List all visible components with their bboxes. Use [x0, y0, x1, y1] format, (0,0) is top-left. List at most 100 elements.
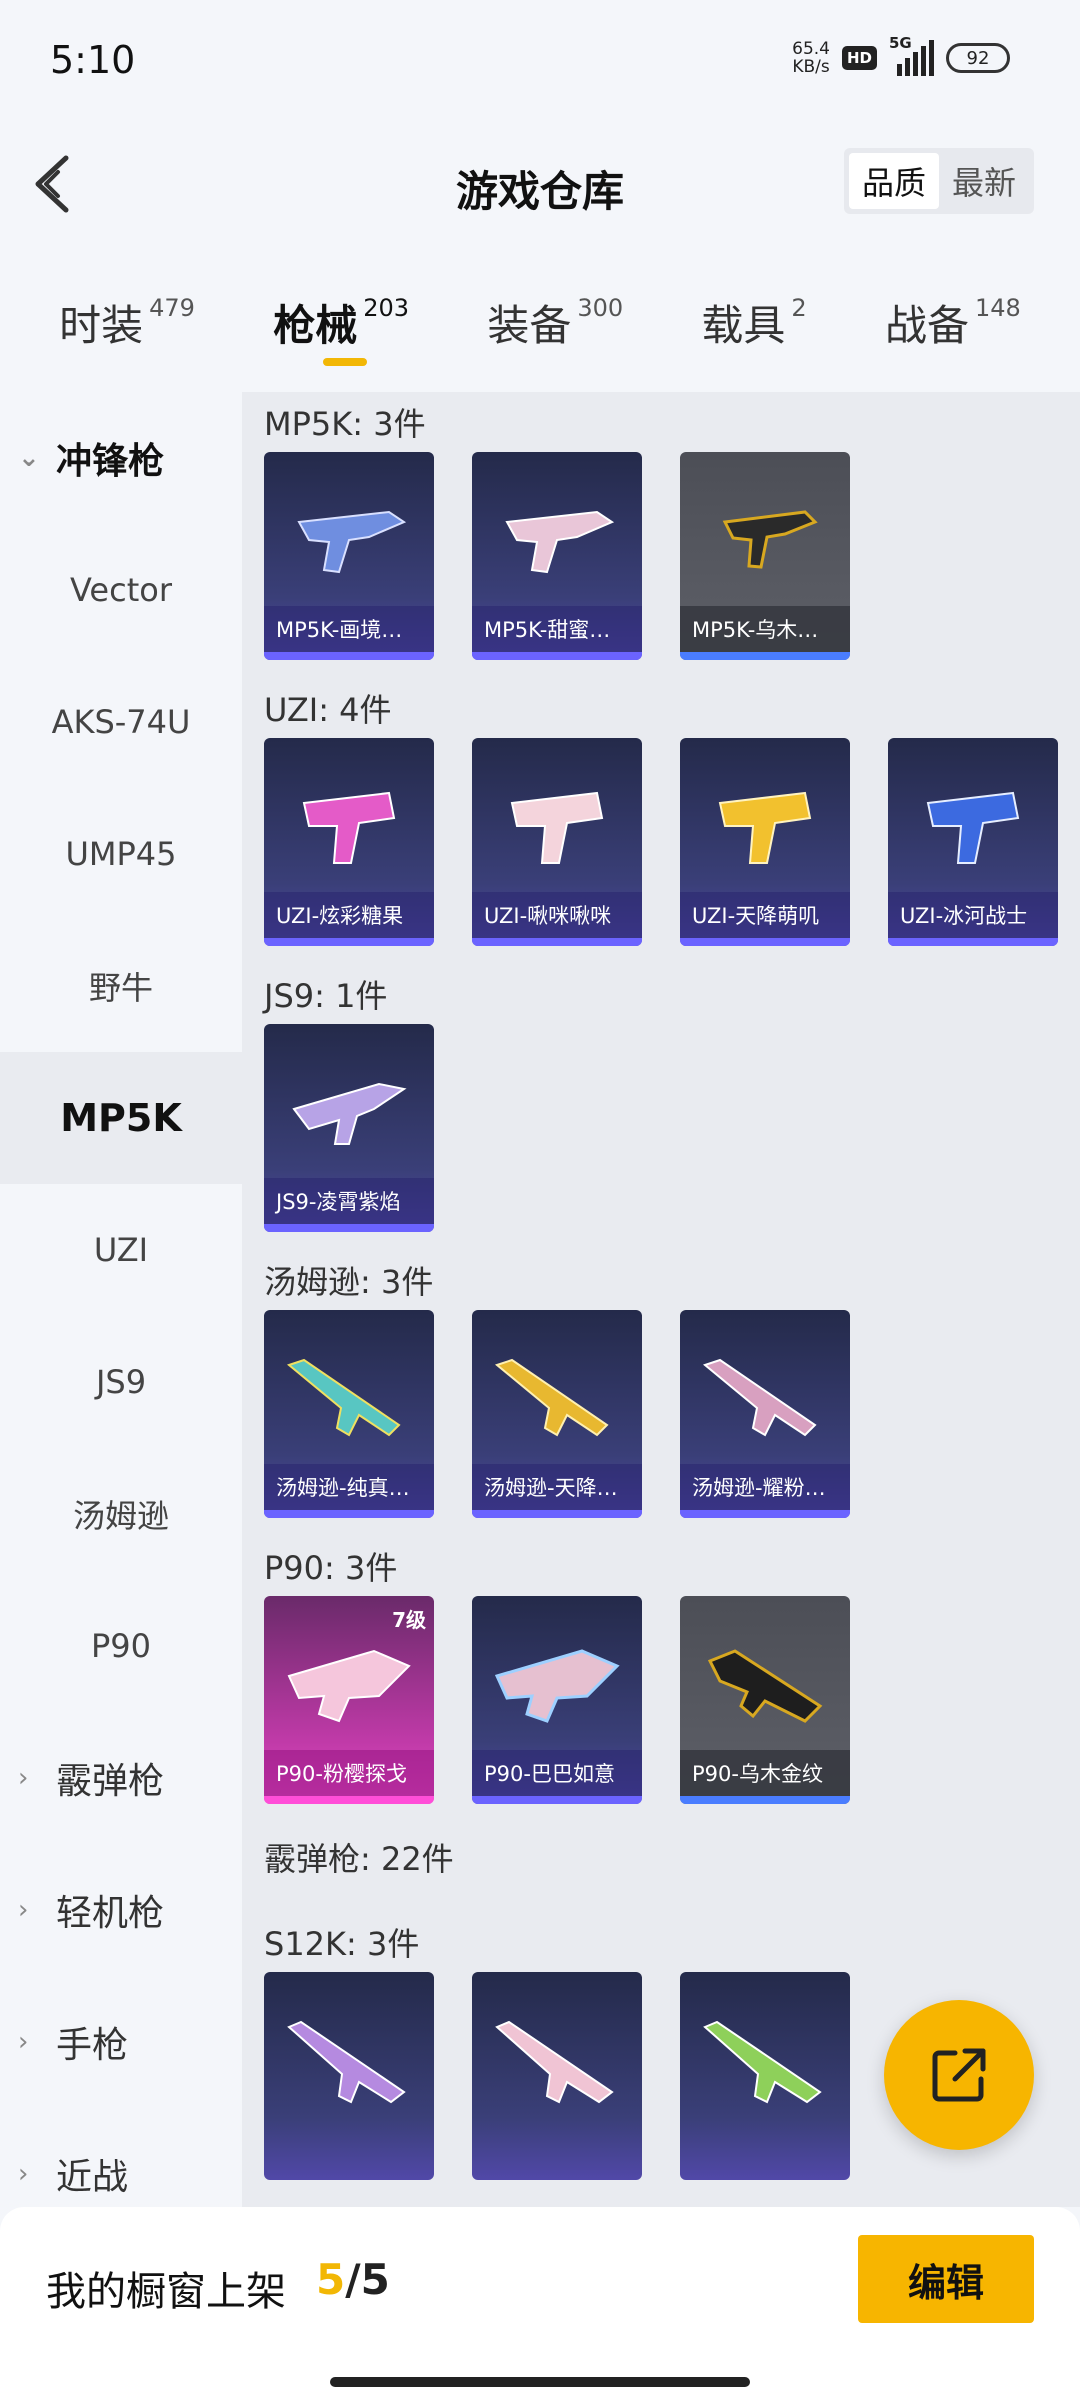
- shotgun-icon: [495, 2020, 614, 2104]
- hd-icon: HD: [841, 46, 877, 70]
- item-card[interactable]: [472, 1972, 642, 2180]
- item-name: MP5K-甜蜜…: [472, 606, 642, 652]
- item-card[interactable]: P90-乌木金纹: [680, 1596, 850, 1804]
- sort-latest-button[interactable]: 最新: [939, 153, 1029, 209]
- item-name: MP5K-画境…: [264, 606, 434, 652]
- item-name: UZI-啾咪啾咪: [472, 892, 642, 938]
- status-bar: 5:10 65.4 KB/s HD 5G 92: [0, 0, 1080, 130]
- tab-label: 枪械: [273, 301, 358, 350]
- rifle-icon: [286, 1358, 401, 1437]
- sidebar-item-p90[interactable]: P90: [0, 1580, 242, 1712]
- item-name: UZI-冰河战士: [888, 892, 1058, 938]
- sidebar-category-melee[interactable]: › 近战: [0, 2108, 242, 2207]
- tab-count: 300: [577, 294, 624, 322]
- tab-count: 148: [974, 294, 1021, 322]
- sidebar-item-label: 轻机枪: [56, 1893, 165, 1934]
- sidebar-item-label: 手枪: [56, 2025, 129, 2066]
- smg-icon: [722, 510, 818, 569]
- item-card[interactable]: UZI-啾咪啾咪: [472, 738, 642, 946]
- rifle-icon: [494, 1358, 609, 1437]
- group-title-js9: JS9: 1件: [264, 977, 388, 1015]
- item-card[interactable]: [264, 1972, 434, 2180]
- sidebar-item-uzi[interactable]: UZI: [0, 1184, 242, 1316]
- weapon-sidebar: ⌄ 冲锋枪 Vector AKS-74U UMP45 野牛 MP5K UZI J…: [0, 392, 242, 2207]
- uzi-icon: [718, 791, 812, 864]
- network-speed-unit: KB/s: [792, 57, 830, 77]
- sidebar-item-mp5k[interactable]: MP5K: [0, 1052, 242, 1184]
- chevron-down-icon: ⌄: [18, 443, 40, 473]
- card-row: JS9-凌霄紫焰: [242, 1024, 1080, 1232]
- status-time: 5:10: [50, 38, 136, 82]
- shotgun-icon: [703, 2020, 822, 2104]
- item-card[interactable]: 汤姆逊-纯真…: [264, 1310, 434, 1518]
- item-card[interactable]: 汤姆逊-天降…: [472, 1310, 642, 1518]
- home-indicator[interactable]: [330, 2377, 750, 2387]
- item-card[interactable]: MP5K-乌木…: [680, 452, 850, 660]
- item-card[interactable]: JS9-凌霄紫焰: [264, 1024, 434, 1232]
- p90-icon: [494, 1649, 620, 1723]
- item-card[interactable]: 7级 P90-粉樱探戈: [264, 1596, 434, 1804]
- item-name: P90-乌木金纹: [680, 1750, 850, 1796]
- tab-supplies[interactable]: 战备 148: [885, 280, 1021, 380]
- sidebar-item-aks74u[interactable]: AKS-74U: [0, 656, 242, 788]
- chevron-right-icon: ›: [18, 2027, 29, 2057]
- item-card[interactable]: [680, 1972, 850, 2180]
- tab-label: 载具: [701, 301, 786, 350]
- sidebar-item-thompson[interactable]: 汤姆逊: [0, 1448, 242, 1580]
- network-speed: 65.4 KB/s: [792, 40, 830, 76]
- tab-firearms[interactable]: 枪械 203: [273, 280, 409, 380]
- status-icons: 65.4 KB/s HD 5G 92: [792, 34, 1010, 76]
- item-card[interactable]: UZI-冰河战士: [888, 738, 1058, 946]
- card-row: 汤姆逊-纯真… 汤姆逊-天降… 汤姆逊-耀粉…: [242, 1310, 1080, 1518]
- rifle-icon: [702, 1358, 817, 1437]
- item-card[interactable]: UZI-天降萌叽: [680, 738, 850, 946]
- edit-button[interactable]: 编辑: [858, 2235, 1034, 2323]
- tab-equipment[interactable]: 装备 300: [487, 280, 623, 380]
- sidebar-category-pistol[interactable]: › 手枪: [0, 1976, 242, 2108]
- group-title-thompson: 汤姆逊: 3件: [264, 1263, 434, 1301]
- item-name: UZI-天降萌叽: [680, 892, 850, 938]
- sidebar-category-smg[interactable]: ⌄ 冲锋枪: [0, 392, 242, 524]
- showcase-label: 我的橱窗上架: [46, 2269, 286, 2315]
- item-card[interactable]: MP5K-甜蜜…: [472, 452, 642, 660]
- uzi-icon: [302, 791, 396, 864]
- sort-quality-button[interactable]: 品质: [849, 153, 939, 209]
- smg-icon: [505, 510, 615, 574]
- item-card[interactable]: P90-巴巴如意: [472, 1596, 642, 1804]
- shotgun-icon: [287, 2020, 406, 2104]
- item-name: UZI-炫彩糖果: [264, 892, 434, 938]
- sidebar-category-shotgun[interactable]: › 霰弹枪: [0, 1712, 242, 1844]
- category-tabs: 时装 479 枪械 203 装备 300 载具 2 战备 148: [0, 280, 1080, 380]
- share-icon: [932, 2048, 986, 2102]
- sidebar-item-js9[interactable]: JS9: [0, 1316, 242, 1448]
- signal-icon: 5G: [889, 34, 934, 76]
- header: 游戏仓库 品质 最新: [0, 130, 1080, 240]
- sidebar-item-ump45[interactable]: UMP45: [0, 788, 242, 920]
- tab-vehicles[interactable]: 载具 2: [701, 280, 806, 380]
- item-name: 汤姆逊-纯真…: [264, 1464, 434, 1510]
- sidebar-item-label: 近战: [56, 2157, 129, 2198]
- sort-toggle: 品质 最新: [844, 148, 1034, 214]
- tab-fashion[interactable]: 时装 479: [59, 280, 195, 380]
- item-card[interactable]: UZI-炫彩糖果: [264, 738, 434, 946]
- sidebar-item-label: 冲锋枪: [56, 441, 165, 482]
- item-card[interactable]: MP5K-画境…: [264, 452, 434, 660]
- showcase-count-total: 5: [360, 2255, 390, 2304]
- sidebar-category-lmg[interactable]: › 轻机枪: [0, 1844, 242, 1976]
- item-name: JS9-凌霄紫焰: [264, 1178, 434, 1224]
- showcase-count-current: 5: [316, 2255, 346, 2304]
- group-title-shotgun: 霰弹枪: 22件: [264, 1840, 454, 1878]
- share-button[interactable]: [884, 2000, 1034, 2150]
- smg-icon: [292, 1082, 407, 1145]
- sidebar-item-vector[interactable]: Vector: [0, 524, 242, 656]
- card-row: 7级 P90-粉樱探戈 P90-巴巴如意 P90-乌木金纹: [242, 1596, 1080, 1804]
- chevron-right-icon: ›: [18, 2159, 29, 2189]
- battery-icon: 92: [946, 43, 1010, 73]
- p90-icon: [707, 1649, 823, 1723]
- tab-count: 479: [149, 294, 195, 322]
- showcase-count-sep: /: [345, 2255, 361, 2304]
- uzi-icon: [510, 791, 604, 864]
- sidebar-item-bizon[interactable]: 野牛: [0, 920, 242, 1052]
- item-card[interactable]: 汤姆逊-耀粉…: [680, 1310, 850, 1518]
- tab-count: 2: [791, 294, 807, 322]
